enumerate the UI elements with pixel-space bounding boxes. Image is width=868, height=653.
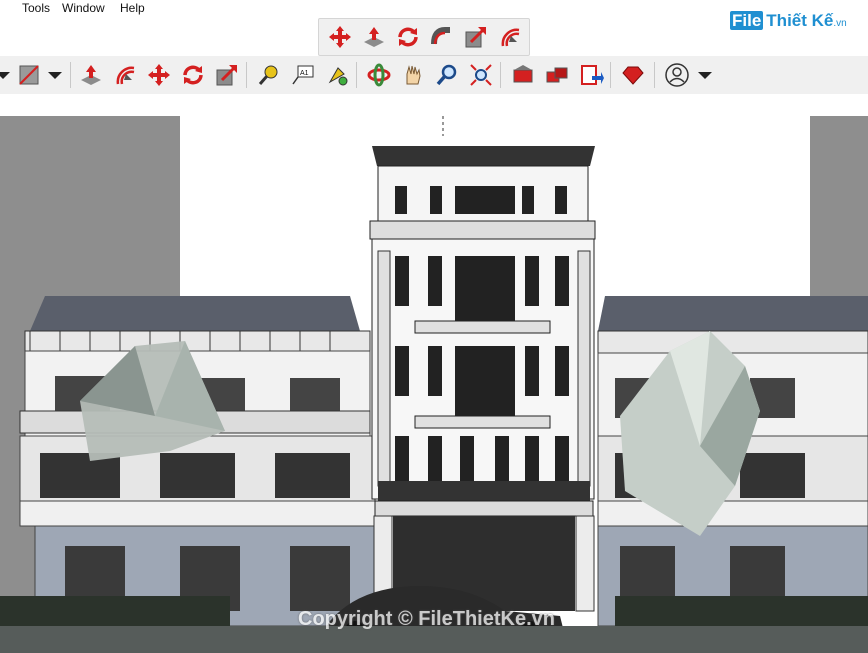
zoom-icon[interactable] <box>432 60 462 90</box>
scale-icon[interactable] <box>461 22 491 52</box>
offset-icon[interactable] <box>495 22 525 52</box>
menu-help[interactable]: Help <box>120 1 145 15</box>
layout-icon[interactable] <box>576 60 606 90</box>
text-icon[interactable]: A1 <box>288 60 318 90</box>
menu-tools[interactable]: Tools <box>22 1 50 15</box>
offset-icon[interactable] <box>110 60 140 90</box>
scale-icon[interactable] <box>212 60 242 90</box>
move-icon[interactable] <box>325 22 355 52</box>
main-toolbar: A1 <box>0 56 868 95</box>
brand-logo: File Thiết Kế.vn <box>730 11 847 31</box>
push-pull-icon[interactable] <box>359 22 389 52</box>
logo-text-2: Thiết Kế <box>766 11 834 30</box>
orbit-icon[interactable] <box>364 60 394 90</box>
account-dropdown-icon[interactable] <box>690 60 720 90</box>
paint-icon[interactable] <box>322 60 352 90</box>
model-viewport[interactable] <box>0 116 868 653</box>
menu-window[interactable]: Window <box>62 1 105 15</box>
text-tool-label: A1 <box>300 70 309 77</box>
building-model-render <box>0 116 868 653</box>
ruby-console-icon[interactable] <box>618 60 648 90</box>
follow-me-icon[interactable] <box>427 22 457 52</box>
logo-suffix: .vn <box>833 18 847 29</box>
zoom-extents-icon[interactable] <box>466 60 496 90</box>
copyright-watermark: Copyright © FileThietKe.vn <box>298 608 555 630</box>
warehouse-icon[interactable] <box>508 60 538 90</box>
rotate-icon[interactable] <box>393 22 423 52</box>
rotate-icon[interactable] <box>178 60 208 90</box>
toolbar-spacer <box>0 94 868 116</box>
account-icon[interactable] <box>662 60 692 90</box>
logo-text: File <box>730 11 764 30</box>
extension-warehouse-icon[interactable] <box>542 60 572 90</box>
chevron-down-icon[interactable] <box>40 60 70 90</box>
push-pull-icon[interactable] <box>76 60 106 90</box>
move-icon[interactable] <box>144 60 174 90</box>
edit-toolbar <box>318 18 530 56</box>
pan-icon[interactable] <box>398 60 428 90</box>
tape-measure-icon[interactable] <box>254 60 284 90</box>
